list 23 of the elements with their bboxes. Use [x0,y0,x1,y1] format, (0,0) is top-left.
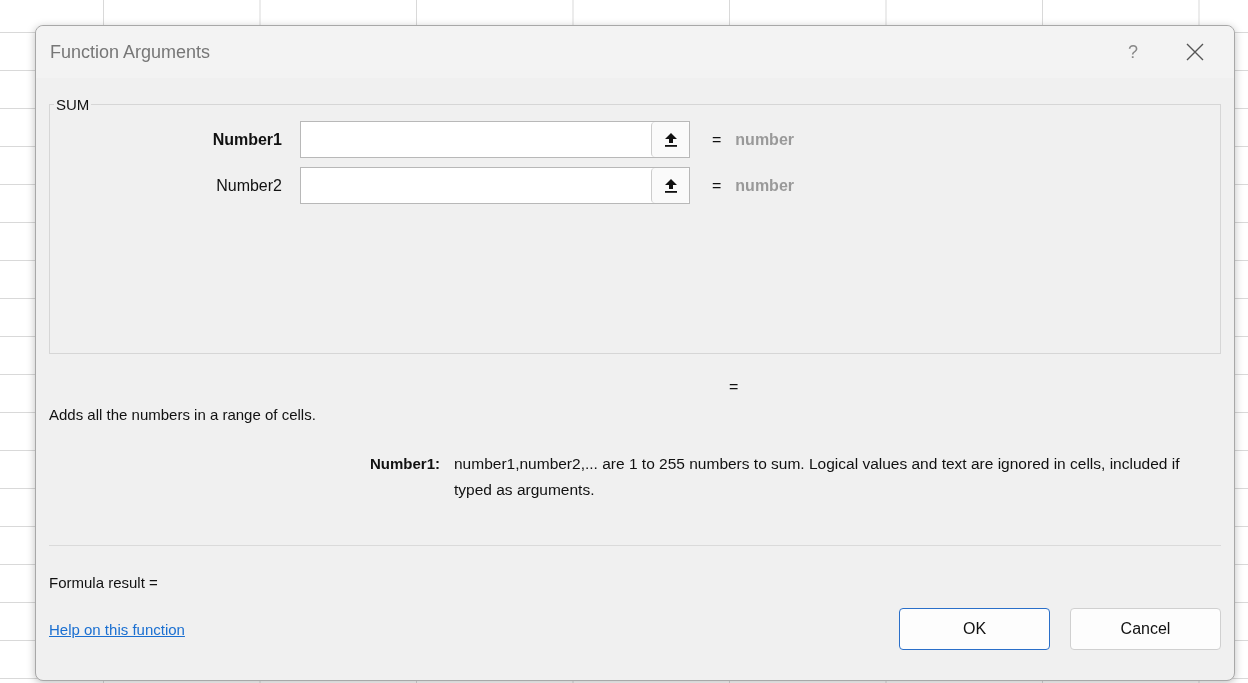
help-link[interactable]: Help on this function [49,620,185,638]
argument-result: number [735,176,794,195]
close-icon [1185,42,1205,62]
equals-sign: = [712,130,722,149]
argument-field[interactable] [300,167,690,204]
dialog-button[interactable]: OK [899,608,1050,650]
argument-label: Number1 [211,130,283,149]
upload-arrow-icon [663,131,678,148]
collapse-dialog-button[interactable] [651,168,689,203]
function-result: = [729,378,739,396]
argument-field[interactable] [300,121,690,158]
function-description: Adds all the numbers in a range of cells. [49,406,317,423]
argument-label: Number2 [215,176,283,195]
argument-result: number [735,130,794,149]
argument-help-text: number1,number2,... are 1 to 255 numbers to sum. Logical values and text are ignored in cells, included if typed as arguments. [454,454,1181,500]
window-title: Function Arguments [50,41,212,63]
equals-sign: = [712,176,722,195]
upload-arrow-icon [663,177,678,194]
collapse-dialog-button[interactable] [651,122,689,157]
function-name: SUM [55,96,91,113]
argument-help-label: Number1: [369,454,441,474]
dialog-button[interactable]: Cancel [1070,608,1221,650]
formula-result: Formula result = [49,574,159,591]
